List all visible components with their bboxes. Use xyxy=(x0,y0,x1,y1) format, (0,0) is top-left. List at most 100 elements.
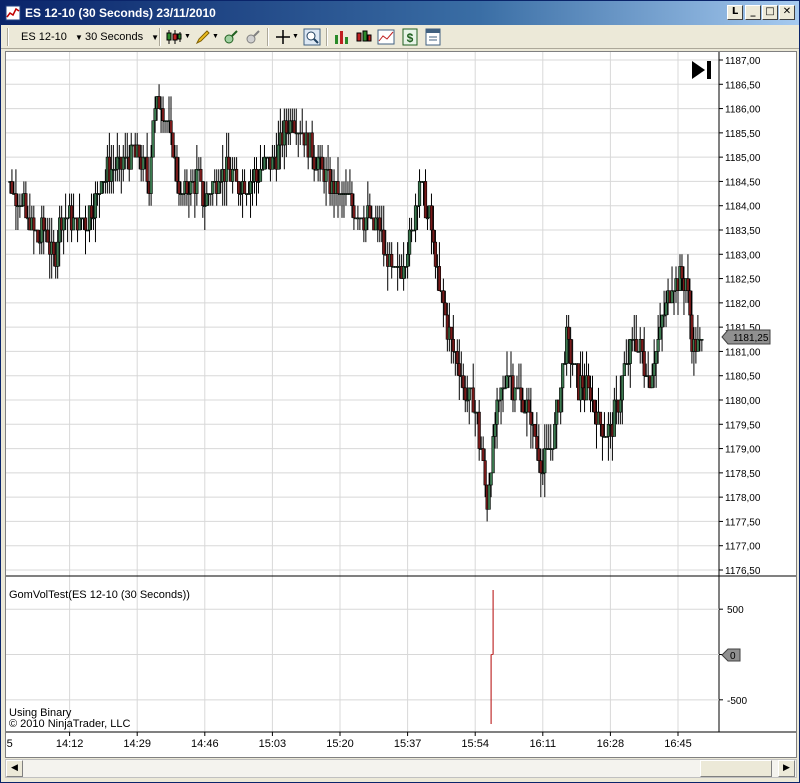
candle-body xyxy=(457,363,461,377)
y-tick-label: 1178,00 xyxy=(725,493,761,504)
close-button[interactable]: ✕ xyxy=(779,5,795,20)
x-tick-label: 15:37 xyxy=(394,738,422,750)
y-tick-label: 1182,50 xyxy=(725,275,761,286)
candle-body xyxy=(521,399,525,413)
zoom-in-icon[interactable] xyxy=(222,28,240,46)
candle-body xyxy=(46,229,50,243)
candle-body xyxy=(656,338,660,352)
price-chart[interactable]: 1187,00 1186,50 1186,00 1185,50 1185,00 1184,… xyxy=(0,52,796,757)
candle-body xyxy=(606,423,611,437)
bar-chart-icon[interactable] xyxy=(333,28,351,46)
zoom-out-icon[interactable] xyxy=(244,28,262,46)
candlestick-style-icon[interactable] xyxy=(165,28,183,46)
candle-chart-icon[interactable] xyxy=(355,28,373,46)
candle-body xyxy=(491,436,495,474)
x-tick-label: 14:46 xyxy=(191,738,219,750)
candle-body xyxy=(284,120,288,134)
candle-body xyxy=(390,253,394,267)
svg-text:$: $ xyxy=(407,31,414,45)
candle-body xyxy=(592,399,597,413)
crosshair-icon[interactable] xyxy=(274,28,292,46)
y-tick-label: 1177,00 xyxy=(725,542,761,553)
magnify-icon[interactable] xyxy=(303,28,321,46)
candle-body xyxy=(254,168,259,182)
candle-body xyxy=(477,411,481,449)
horizontal-scrollbar[interactable]: ◀ ▶ xyxy=(5,759,797,778)
y-tick-label: 1184,50 xyxy=(725,177,761,188)
candle-body xyxy=(77,217,82,231)
candle-body xyxy=(527,399,531,413)
candle-body xyxy=(580,375,585,389)
candle-body xyxy=(324,168,328,182)
candle-body xyxy=(622,363,626,377)
candle-body xyxy=(129,144,133,170)
candle-body xyxy=(700,338,704,341)
title-bar[interactable]: ES 12-10 (30 Seconds) 23/11/2010 L _ □ ✕ xyxy=(1,1,799,25)
candle-body xyxy=(586,375,591,389)
chevron-down-icon[interactable]: ▼ xyxy=(184,28,191,46)
current-price-label: 1181,25 xyxy=(733,333,769,344)
pencil-draw-icon[interactable] xyxy=(194,28,212,46)
candle-body xyxy=(513,387,517,401)
dollar-icon[interactable]: $ xyxy=(401,28,419,46)
time-axis: 3:55 14:12 14:29 14:46 15:03 15:20 15:37 15:54 1… xyxy=(0,732,692,750)
chevron-down-icon[interactable]: ▼ xyxy=(292,28,299,46)
y-tick-label: 1180,50 xyxy=(725,372,761,383)
candle-body xyxy=(52,241,56,255)
chart-panel[interactable]: 1187,00 1186,50 1186,00 1185,50 1185,00 1184,… xyxy=(0,51,797,758)
chevron-down-icon[interactable]: ▼ xyxy=(212,28,219,46)
end-of-chart-icon[interactable] xyxy=(692,61,711,79)
chevron-down-icon: ▼ xyxy=(74,33,83,42)
candle-body xyxy=(270,156,275,170)
candle-body xyxy=(407,229,412,255)
maximize-button[interactable]: □ xyxy=(762,5,778,20)
candle-body xyxy=(235,168,239,182)
candle-body xyxy=(382,229,386,255)
scroll-left-arrow-icon[interactable]: ◀ xyxy=(6,760,23,777)
minimize-button[interactable]: _ xyxy=(745,5,761,20)
candle-body xyxy=(483,460,487,486)
candle-body xyxy=(336,181,340,194)
candle-body xyxy=(533,423,537,437)
candle-body xyxy=(171,132,175,158)
scrollbar-thumb[interactable] xyxy=(700,760,772,777)
candle-body xyxy=(374,217,378,231)
y-tick-label: 1185,00 xyxy=(725,153,761,164)
candle-body xyxy=(471,387,475,413)
scroll-right-arrow-icon[interactable]: ▶ xyxy=(778,760,795,777)
candle-body xyxy=(115,156,119,170)
instrument-selector[interactable]: ES 12-10 ▼ xyxy=(21,28,83,46)
candle-body xyxy=(487,484,491,510)
current-price-marker: 1181,25 xyxy=(721,329,771,345)
candle-body xyxy=(93,193,98,219)
candle-body xyxy=(634,338,638,352)
candle-body xyxy=(141,156,145,170)
chart-window: ES 12-10 (30 Seconds) 23/11/2010 L _ □ ✕… xyxy=(0,0,800,783)
indicator-value-marker: 0 xyxy=(721,648,741,662)
data-box-icon[interactable] xyxy=(377,28,395,46)
candle-body xyxy=(481,448,485,462)
candle-body xyxy=(654,351,658,364)
instrument-label: ES 12-10 xyxy=(21,31,67,43)
candle-body xyxy=(612,399,616,437)
candle-body xyxy=(185,181,189,194)
candle-body xyxy=(227,156,231,170)
candle-body xyxy=(89,205,94,219)
interval-selector[interactable]: 30 Seconds ▼ xyxy=(85,28,159,46)
candle-body xyxy=(569,338,573,364)
y-tick-label: 1179,00 xyxy=(725,445,761,456)
candle-body xyxy=(529,411,533,425)
candle-body xyxy=(288,120,292,134)
candle-body xyxy=(145,156,149,182)
x-tick-label: 15:54 xyxy=(461,738,489,750)
properties-icon[interactable] xyxy=(424,28,442,46)
y-tick-label: 1179,50 xyxy=(725,420,761,431)
candle-body xyxy=(405,253,410,267)
y-tick-label: 1183,00 xyxy=(725,250,761,261)
candle-body xyxy=(42,217,46,231)
window-title: ES 12-10 (30 Seconds) 23/11/2010 xyxy=(25,6,216,20)
restore-layout-button[interactable]: L xyxy=(727,5,743,20)
candle-body xyxy=(489,472,493,486)
candle-body xyxy=(161,108,165,122)
y-tick-label: 1183,50 xyxy=(725,226,761,237)
